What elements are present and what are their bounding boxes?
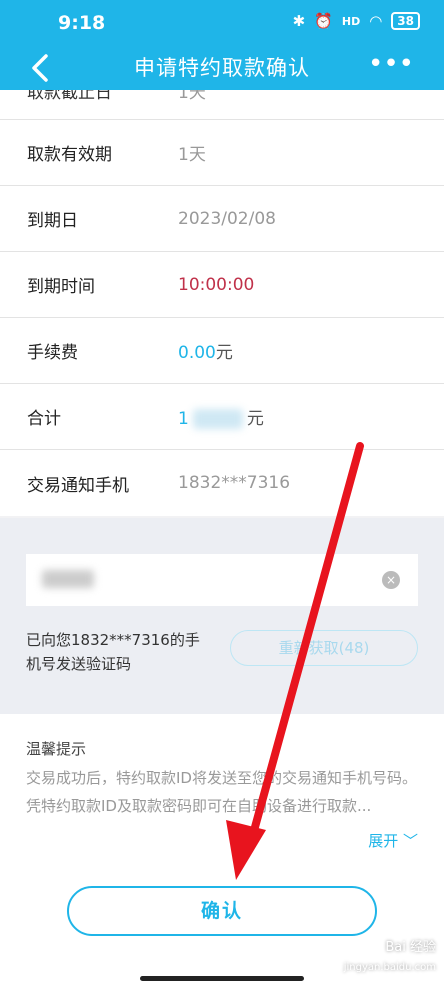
- redacted-code: [42, 570, 94, 588]
- detail-unit: 元: [246, 409, 264, 429]
- clear-icon[interactable]: ×: [382, 571, 400, 589]
- detail-label: 取款截止日: [27, 90, 112, 103]
- battery-icon: 38: [391, 12, 420, 30]
- detail-row-expiry-time: 到期时间 10:00:00: [0, 252, 444, 318]
- detail-row-total: 合计 1 元: [0, 384, 444, 450]
- hd-signal-icon: HD: [341, 14, 361, 28]
- detail-value: 1832***7316: [178, 473, 291, 493]
- status-time: 9:18: [58, 12, 106, 34]
- detail-value: 1天: [178, 145, 206, 165]
- detail-row-fee: 手续费 0.00元: [0, 318, 444, 384]
- detail-value: 2023/02/08: [178, 208, 276, 229]
- detail-value: 1天: [178, 90, 206, 103]
- resend-code-button[interactable]: 重新获取(48): [230, 630, 418, 666]
- detail-row-validity: 取款有效期 1天: [0, 120, 444, 186]
- detail-row-partial: 取款截止日 1天: [0, 90, 444, 120]
- detail-list: 取款截止日 1天 取款有效期 1天 到期日 2023/02/08 到期时间 10…: [0, 90, 444, 516]
- detail-row-expiry-date: 到期日 2023/02/08: [0, 186, 444, 252]
- expand-link[interactable]: 展开 ﹀: [368, 830, 418, 851]
- detail-label: 交易通知手机: [27, 475, 129, 496]
- detail-label: 到期时间: [27, 277, 95, 297]
- detail-label: 合计: [27, 409, 61, 429]
- watermark-logo: Bai 经验: [385, 940, 436, 955]
- code-sent-message: 已向您1832***7316的手机号发送验证码: [26, 631, 200, 673]
- nav-bar: 申请特约取款确认 •••: [0, 46, 444, 90]
- tips-title: 温馨提示: [26, 740, 87, 758]
- tips-section: 温馨提示 交易成功后，特约取款ID将发送至您的交易通知手机号码。凭特约取款ID及…: [0, 714, 444, 986]
- expand-label: 展开: [368, 832, 399, 850]
- detail-value: 0.00: [178, 343, 216, 363]
- watermark-url: jingyan.baidu.com: [343, 962, 436, 973]
- wifi-icon: ◠: [369, 12, 383, 30]
- detail-label: 到期日: [27, 211, 78, 231]
- detail-unit: 元: [215, 343, 233, 363]
- chevron-down-icon: ﹀: [402, 832, 418, 850]
- verification-code-input[interactable]: ×: [26, 554, 418, 606]
- bluetooth-icon: ✱: [292, 12, 306, 30]
- detail-value: 10:00:00: [178, 274, 255, 295]
- detail-row-phone: 交易通知手机 1832***7316: [0, 450, 444, 516]
- detail-label: 取款有效期: [27, 145, 112, 165]
- tips-text: 交易成功后，特约取款ID将发送至您的交易通知手机号码。凭特约取款ID及取款密码即…: [26, 769, 417, 815]
- more-options-icon[interactable]: •••: [368, 51, 414, 77]
- verification-section: × 已向您1832***7316的手机号发送验证码 重新获取(48): [0, 518, 444, 714]
- detail-label: 手续费: [27, 343, 78, 363]
- redacted-amount: [192, 409, 243, 429]
- home-indicator: [140, 976, 304, 981]
- status-bar: 9:18 ✱ ⏰ HD ◠ 38: [0, 0, 444, 46]
- confirm-button[interactable]: 确认: [67, 886, 377, 936]
- status-icons: ✱ ⏰ HD ◠ 38: [293, 12, 420, 30]
- detail-value: 1: [178, 409, 189, 429]
- alarm-icon: ⏰: [314, 12, 333, 30]
